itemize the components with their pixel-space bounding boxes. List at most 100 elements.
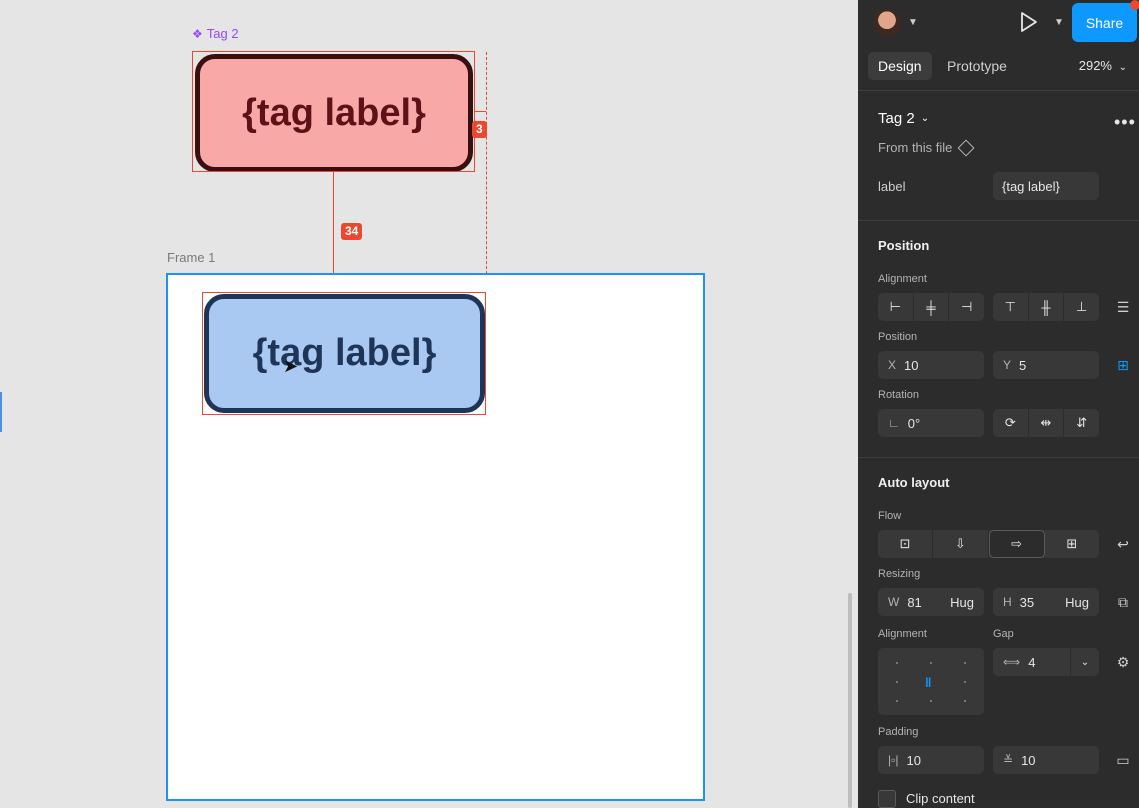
chevron-down-icon[interactable]: ⌄ (1070, 648, 1099, 676)
selection-box-instance (202, 292, 486, 415)
canvas-scrollbar[interactable] (848, 593, 852, 808)
y-prefix: Y (1003, 358, 1012, 372)
flow-vertical-icon[interactable]: ⇩ (933, 530, 989, 558)
padding-label: Padding (878, 726, 919, 738)
distribute-icon[interactable]: ☰ (1112, 296, 1134, 318)
layout-alignment-label: Alignment (878, 628, 927, 640)
chevron-down-icon[interactable]: ▼ (1054, 17, 1064, 28)
padding-horizontal-field[interactable]: |▫| 10 (878, 746, 984, 774)
align-center-indicator-icon[interactable]: ǁ (925, 675, 931, 690)
prop-label: label (878, 179, 906, 194)
measure-guide-horizontal (475, 111, 486, 112)
horizontal-align-group: ⊢ ╪ ⊣ (878, 293, 984, 321)
notification-dot (1130, 0, 1139, 10)
height-field[interactable]: H 35 Hug (993, 588, 1099, 616)
constraints-icon[interactable]: ⊞ (1112, 354, 1134, 376)
chevron-down-icon: ⌄ (920, 113, 930, 124)
resizing-label: Resizing (878, 568, 921, 580)
flow-grid-icon[interactable]: ⊞ (1045, 530, 1099, 558)
more-options-icon[interactable]: ••• (1114, 112, 1136, 133)
align-bottom-icon[interactable]: ⊥ (1064, 293, 1099, 321)
zoom-value: 292% (1078, 58, 1112, 73)
divider (858, 220, 1139, 221)
component-label-text: Tag 2 (206, 26, 239, 41)
chevron-down-icon: ⌄ (1118, 62, 1127, 73)
align-dot[interactable] (930, 700, 932, 702)
prop-value-field[interactable]: {tag label} (993, 172, 1099, 200)
canvas-edge-marker (0, 392, 2, 432)
frame-label[interactable]: Frame 1 (167, 250, 215, 265)
align-dot[interactable] (896, 700, 898, 702)
component-name-dropdown[interactable]: Tag 2 ⌄ (878, 110, 929, 127)
wrap-icon[interactable]: ↩ (1112, 533, 1134, 555)
flow-freeform-icon[interactable]: ⊡ (878, 530, 934, 558)
panel-topbar: ▼ ▼ Share (858, 0, 1139, 46)
tab-prototype[interactable]: Prototype (937, 52, 1017, 80)
divider (858, 457, 1139, 458)
gap-field[interactable]: ⟺ 4 ⌄ (993, 648, 1099, 676)
w-mode[interactable]: Hug (950, 595, 974, 610)
clip-content-checkbox[interactable] (878, 790, 896, 808)
align-dot[interactable] (930, 662, 932, 664)
align-left-icon[interactable]: ⊢ (878, 293, 914, 321)
measure-badge-gap: 34 (341, 223, 363, 240)
position-title: Position (878, 238, 930, 253)
y-field[interactable]: Y 5 (993, 351, 1099, 379)
x-field[interactable]: X 10 (878, 351, 984, 379)
clip-content-label: Clip content (906, 791, 975, 806)
flip-vertical-icon[interactable]: ⇵ (1064, 409, 1099, 437)
rotate-icon[interactable]: ⟳ (993, 409, 1029, 437)
h-mode[interactable]: Hug (1065, 595, 1089, 610)
align-dot[interactable] (964, 681, 966, 683)
align-dot[interactable] (896, 681, 898, 683)
measure-box-top (192, 51, 475, 172)
flip-horizontal-icon[interactable]: ⇹ (1029, 409, 1065, 437)
prop-value: {tag label} (1002, 178, 1060, 194)
align-dot[interactable] (896, 662, 898, 664)
angle-icon: ∟ (888, 416, 900, 430)
cursor-icon: ➤ (283, 356, 299, 376)
x-prefix: X (888, 358, 897, 372)
individual-padding-icon[interactable]: ▭ (1112, 749, 1134, 771)
align-center-h-icon[interactable]: ╪ (914, 293, 950, 321)
component-icon: ❖ (192, 26, 203, 41)
align-dot[interactable] (964, 662, 966, 664)
width-field[interactable]: W 81 Hug (878, 588, 984, 616)
w-value: 81 (907, 594, 922, 610)
layout-settings-icon[interactable]: ⚙ (1112, 651, 1134, 673)
properties-panel: ▼ ▼ Share Design Prototype 292% ⌄ Tag 2 … (858, 0, 1139, 808)
align-top-icon[interactable]: ⊤ (993, 293, 1029, 321)
align-dot[interactable] (964, 700, 966, 702)
flow-label: Flow (878, 510, 902, 522)
rotation-value: 0° (907, 415, 921, 431)
padding-vertical-field[interactable]: ≚ 10 (993, 746, 1099, 774)
component-source[interactable]: From this file (878, 139, 975, 156)
resize-to-fit-icon[interactable]: ⧉ (1112, 591, 1134, 613)
tab-design[interactable]: Design (868, 52, 932, 80)
avatar[interactable] (873, 9, 901, 37)
flow-horizontal-icon[interactable]: ⇨ (988, 530, 1045, 558)
panel-tabs: Design Prototype 292% ⌄ (858, 46, 1139, 90)
measure-guide-vertical (486, 52, 487, 294)
zoom-dropdown[interactable]: 292% ⌄ (1079, 58, 1127, 73)
alignment-grid[interactable]: ǁ (878, 648, 984, 715)
rotation-label: Rotation (878, 389, 919, 401)
component-label[interactable]: ❖ Tag 2 (192, 26, 239, 41)
flow-group: ⊡ ⇩ ⇨ ⊞ (878, 530, 1099, 558)
share-button[interactable]: Share (1072, 3, 1137, 42)
divider (858, 90, 1139, 91)
h-value: 35 (1019, 594, 1035, 610)
align-middle-v-icon[interactable]: ╫ (1029, 293, 1065, 321)
gap-label: Gap (993, 628, 1014, 640)
play-icon[interactable] (1016, 10, 1040, 34)
w-prefix: W (888, 595, 900, 609)
align-right-icon[interactable]: ⊣ (949, 293, 984, 321)
h-prefix: H (1003, 595, 1012, 609)
design-canvas[interactable]: ❖ Tag 2 {tag label} 3 34 Frame 1 {tag la… (0, 0, 858, 808)
chevron-down-icon[interactable]: ▼ (908, 17, 918, 28)
alignment-label: Alignment (878, 273, 927, 285)
rotation-field[interactable]: ∟ 0° (878, 409, 984, 437)
auto-layout-title: Auto layout (878, 475, 950, 490)
gap-value: 4 (1028, 654, 1036, 670)
component-source-text: From this file (878, 140, 953, 155)
